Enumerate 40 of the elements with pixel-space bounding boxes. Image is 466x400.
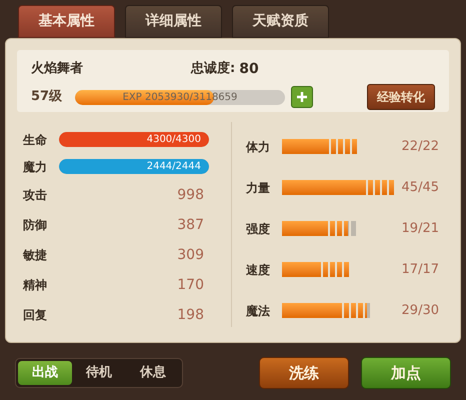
gauge-reading: 2444/2444 [146,160,201,174]
stat-label: 精神 [23,277,48,294]
loyalty-value: 80 [239,60,259,78]
stat-label: 魔力 [23,158,48,176]
action-button[interactable]: 加点 [361,357,451,389]
attribute-reading: 17/17 [402,260,440,279]
attribute-label: 力量 [246,180,271,196]
loyalty-label: 忠诚度: [191,60,236,78]
tab[interactable]: 天赋资质 [232,5,329,38]
stat-label: 防御 [23,217,48,234]
stat-value: 998 [176,186,204,204]
attribute-label: 速度 [246,262,271,278]
stat-label: 敏捷 [23,247,48,264]
action-button[interactable]: 洗练 [259,357,349,389]
character-name: 火焰舞者 [31,60,84,78]
level-label: 57级 [31,88,64,106]
attribute-reading: 22/22 [402,138,440,156]
gauge-reading: 4300/4300 [146,133,201,147]
tab[interactable]: 详细属性 [125,5,222,38]
stat-value: 198 [176,306,204,324]
stat-label: 攻击 [23,187,48,204]
attribute-label: 魔法 [246,302,271,320]
stat-value: 309 [176,246,204,264]
convert-button[interactable]: 经验转化 [367,84,435,110]
attribute-reading: 29/30 [402,302,440,320]
stat-value: 387 [176,216,204,234]
attribute-label: 强度 [246,220,271,238]
plus-icon [296,91,308,103]
mode-tab[interactable]: 休息 [126,361,180,385]
stat-label: 回复 [23,307,48,324]
mode-tab[interactable]: 出战 [18,361,72,385]
mode-tab[interactable]: 待机 [72,361,126,385]
stat-value: 170 [176,276,204,294]
attribute-label: 体力 [246,138,271,156]
attribute-reading: 19/21 [402,220,440,238]
attribute-reading: 45/45 [402,178,440,197]
attribute-bar [282,262,350,277]
stat-label: 生命 [23,132,48,148]
tab[interactable]: 基本属性 [18,5,115,38]
add-button[interactable] [291,86,313,108]
